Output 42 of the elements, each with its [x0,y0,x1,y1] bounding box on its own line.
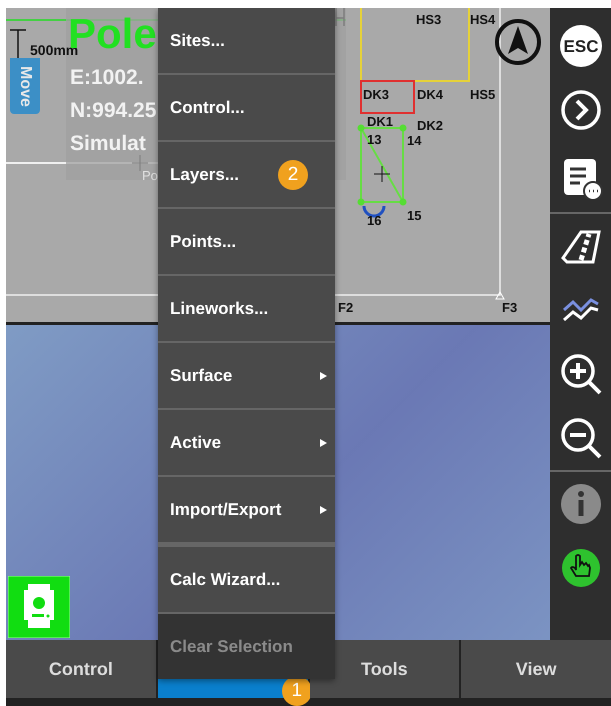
curve-arc [362,206,386,218]
menu-item[interactable]: Calc Wizard... [158,547,335,612]
point-label: HS3 [416,12,442,27]
readout-text: N:994.25 [70,99,156,123]
vertex-point [358,124,364,132]
cursor-label: Po [142,168,158,183]
chevron-right-icon[interactable] [558,88,602,132]
vertex-point [400,198,406,206]
readout-text: Simulat [70,132,146,156]
point-label: F2 [338,300,354,315]
vertex-point [358,198,364,206]
point-label: 14 [407,133,422,148]
vertex-point [400,124,406,132]
triangle-marker-icon [495,291,505,300]
point-label: HS4 [470,12,496,27]
esc-button[interactable]: ESC [558,24,602,68]
readout-text: E:1002. [70,66,144,90]
bottom-tab[interactable]: Control [6,640,156,698]
menu-item[interactable]: Surface [158,343,335,408]
point-label: 13 [367,132,382,147]
bottom-tab[interactable]: View [461,640,611,698]
menu-item[interactable]: Sites... [158,8,335,73]
zoom-in-icon[interactable] [558,352,602,396]
menu-item[interactable]: Import/Export [158,477,335,542]
point-label: 16 [367,213,382,228]
lot-outline [360,80,415,114]
info-icon[interactable] [558,482,602,526]
menu-item[interactable]: Lineworks... [158,276,335,341]
point-label: DK1 [367,114,394,129]
menu-item[interactable]: Layers... 2 [158,142,335,207]
crosshair-icon [374,166,390,182]
point-label: DK3 [363,87,390,102]
point-label: F3 [502,300,518,315]
step-badge: 2 [278,160,308,190]
zoom-out-icon[interactable] [558,416,602,460]
menu-item[interactable]: Points... [158,209,335,274]
menu-item[interactable]: Control... [158,75,335,140]
point-label: HS5 [470,87,496,102]
point-label: DK2 [417,118,444,133]
menu-item[interactable]: Active [158,410,335,475]
point-label: DK4 [417,87,444,102]
point-label: 15 [407,208,422,223]
